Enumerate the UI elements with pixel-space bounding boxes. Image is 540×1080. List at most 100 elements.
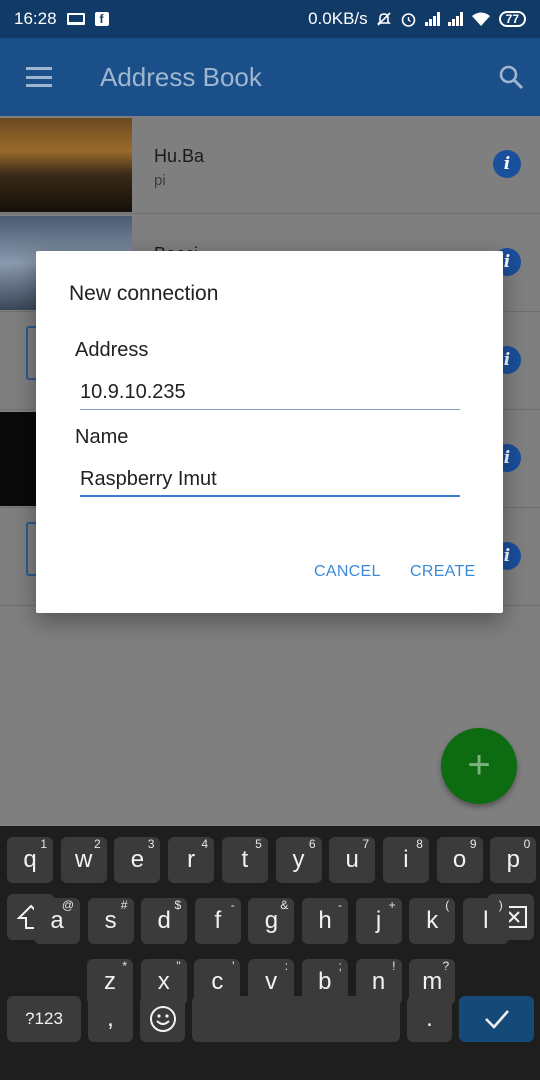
key-secondary-label: 1 xyxy=(40,837,47,851)
key-label: m xyxy=(422,968,443,995)
alarm-icon xyxy=(401,12,415,27)
key-secondary-label: @ xyxy=(61,898,74,912)
key-secondary-label: ! xyxy=(392,959,396,973)
key-t[interactable]: t5 xyxy=(221,837,268,883)
key-label: e xyxy=(130,846,145,873)
address-field[interactable] xyxy=(80,376,460,410)
status-bar: 16:28 f 0.0KB/s 77 xyxy=(0,0,540,38)
key-q[interactable]: q1 xyxy=(7,837,53,883)
key-k[interactable]: k( xyxy=(409,898,456,944)
signal-icon xyxy=(447,12,463,26)
key-label: u xyxy=(345,846,359,873)
key-v[interactable]: v: xyxy=(248,959,295,1005)
key-label: v xyxy=(265,968,278,995)
key-secondary-label: ' xyxy=(232,959,235,973)
key-r[interactable]: r4 xyxy=(168,837,215,883)
enter-key[interactable] xyxy=(459,996,534,1042)
key-secondary-label: ( xyxy=(445,898,450,912)
key-secondary-label: 7 xyxy=(362,837,370,851)
key-l[interactable]: l) xyxy=(462,898,509,944)
key-z[interactable]: z * xyxy=(87,959,133,1005)
key-label: g xyxy=(264,907,279,934)
cancel-button[interactable]: CANCEL xyxy=(314,563,381,581)
key-secondary-label: : xyxy=(284,959,289,973)
key-secondary-label: - xyxy=(230,898,235,912)
address-label: Address xyxy=(75,339,149,361)
key-label: n xyxy=(371,968,386,995)
key-label: t xyxy=(241,846,249,873)
key-e[interactable]: e3 xyxy=(114,837,161,883)
key-label: b xyxy=(318,968,332,995)
clock: 16:28 xyxy=(14,9,57,28)
app-bar: Address Book xyxy=(0,38,540,116)
key-secondary-label: 4 xyxy=(201,837,209,851)
wifi-icon xyxy=(471,12,490,26)
key-label: y xyxy=(292,846,305,873)
key-secondary-label: - xyxy=(338,898,342,912)
key-secondary-label: + xyxy=(388,898,396,912)
key-secondary-label: $ xyxy=(174,898,182,912)
key-secondary-label: 5 xyxy=(255,837,262,851)
key-f[interactable]: f- xyxy=(194,898,241,944)
key-label: o xyxy=(452,846,467,873)
key-g[interactable]: g & xyxy=(248,898,295,944)
emoji-icon xyxy=(149,1006,176,1032)
key-h[interactable]: h- xyxy=(302,898,348,944)
add-connection-button[interactable]: + xyxy=(441,728,517,804)
laptop-icon xyxy=(66,13,85,25)
key-s[interactable]: s # xyxy=(87,898,134,944)
key-y[interactable]: y6 xyxy=(275,837,322,883)
mute-icon xyxy=(376,12,391,26)
create-button[interactable]: CREATE xyxy=(410,563,476,581)
thumbnail-image xyxy=(0,118,132,212)
key-secondary-label: # xyxy=(120,898,128,912)
key-label: d xyxy=(157,907,171,934)
new-connection-dialog: New connection Address Name CANCEL CREAT… xyxy=(36,251,503,613)
name-field[interactable] xyxy=(80,463,460,497)
key-w[interactable]: w2 xyxy=(60,837,107,883)
key-n[interactable]: n! xyxy=(355,959,402,1005)
key-secondary-label: 0 xyxy=(523,837,531,851)
key-u[interactable]: u7 xyxy=(329,837,376,883)
key-label: h xyxy=(318,907,332,934)
key-o[interactable]: o9 xyxy=(436,837,483,883)
key-d[interactable]: d $ xyxy=(141,898,188,944)
key-secondary-label: ? xyxy=(442,959,450,973)
key-label: k xyxy=(426,907,439,934)
key-secondary-label: 6 xyxy=(308,837,316,851)
key-secondary-label: * xyxy=(122,959,127,973)
key-a[interactable]: a @ xyxy=(34,898,80,944)
key-c[interactable]: c ' xyxy=(194,959,241,1005)
symbols-key[interactable]: ?123 xyxy=(7,996,81,1042)
key-label: r xyxy=(187,846,196,873)
key-secondary-label: 8 xyxy=(416,837,423,851)
key-j[interactable]: j + xyxy=(355,898,402,944)
key-i[interactable]: i8 xyxy=(382,837,429,883)
search-icon[interactable] xyxy=(498,64,524,90)
key-secondary-label: ) xyxy=(498,898,503,912)
info-icon[interactable]: i xyxy=(493,150,521,178)
key-label: l xyxy=(483,907,489,934)
key-m[interactable]: m? xyxy=(409,959,456,1005)
key-label: i xyxy=(403,846,409,873)
key-secondary-label: ; xyxy=(338,959,342,973)
dialog-title: New connection xyxy=(69,282,219,305)
key-b[interactable]: b; xyxy=(301,959,348,1005)
key-secondary-label: 9 xyxy=(469,837,477,851)
menu-icon[interactable] xyxy=(26,67,52,87)
battery-icon: 77 xyxy=(498,11,526,27)
network-speed: 0.0KB/s xyxy=(308,9,368,28)
key-label: z xyxy=(104,968,116,995)
keyboard: ?123 , . q 1 w 2 e 3 r 4 t 5 y 6 u 7 i 8 o 9 p 0 a @ s # d $ f - g & h… xyxy=(0,826,540,1080)
key-label: q xyxy=(23,846,37,873)
key-p[interactable]: p0 xyxy=(490,837,537,883)
checkmark-icon xyxy=(484,1010,509,1029)
key-secondary-label: 3 xyxy=(147,837,155,851)
name-label: Name xyxy=(75,426,129,448)
key-label: f xyxy=(214,907,222,934)
key-label: p xyxy=(506,846,520,873)
facebook-icon: f xyxy=(94,12,109,26)
key-label: c xyxy=(211,968,224,995)
key-x[interactable]: x " xyxy=(140,959,187,1005)
list-item[interactable]: Hu.Ba pi i xyxy=(0,116,540,214)
